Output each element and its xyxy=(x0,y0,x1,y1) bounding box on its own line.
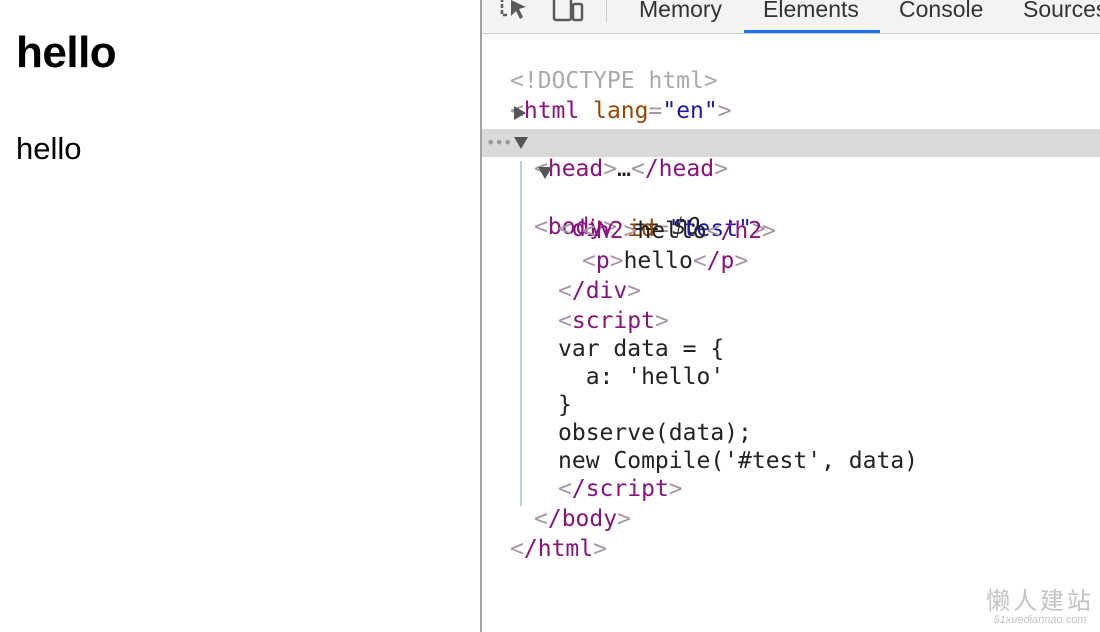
toolbar-separator xyxy=(606,0,607,22)
tree-node-html-close[interactable]: </html> xyxy=(482,507,1100,562)
tree-node-doctype[interactable]: <!DOCTYPE html> xyxy=(482,39,1100,94)
html-close-tag: /html xyxy=(523,536,594,562)
devtools-toolbar: Memory Elements Console Sources xyxy=(482,0,1100,34)
script-line: var data = { xyxy=(482,307,1100,362)
collapse-triangle-icon[interactable] xyxy=(514,137,528,149)
device-toolbar-icon[interactable] xyxy=(552,0,584,27)
tree-node-html[interactable]: <html lang="en"> xyxy=(482,69,1100,124)
more-actions-icon[interactable]: ••• xyxy=(486,129,512,157)
watermark-url: 51xuediannao.com xyxy=(993,614,1087,626)
tab-elements[interactable]: Elements xyxy=(763,0,859,33)
script-line: } xyxy=(482,363,1100,418)
devtools-panel: Memory Elements Console Sources <!DOCTYP… xyxy=(482,0,1100,632)
active-tab-indicator xyxy=(744,30,880,33)
tree-node-div-close[interactable]: </div> xyxy=(482,249,1100,304)
script-line: a: 'hello' xyxy=(482,335,1100,390)
site-watermark: 懒人建站 51xuediannao.com xyxy=(986,588,1094,626)
tree-node-body[interactable]: ••• <body> == $0 xyxy=(482,129,1100,240)
tree-node-p[interactable]: <p>hello</p> xyxy=(482,219,1100,274)
elements-tree: <!DOCTYPE html> <html lang="en"> <head>…… xyxy=(482,34,1100,632)
page-paragraph: hello xyxy=(16,131,82,166)
tab-console[interactable]: Console xyxy=(899,0,983,33)
tree-node-body-close[interactable]: </body> xyxy=(482,477,1100,532)
tree-node-h2[interactable]: <h2>hello</h2> xyxy=(482,189,1100,244)
tab-sources[interactable]: Sources xyxy=(1023,0,1100,33)
page-viewport: hello hello xyxy=(0,0,480,632)
inspect-element-icon[interactable] xyxy=(500,0,532,27)
tree-node-div[interactable]: <div id="test"> xyxy=(482,159,1100,242)
page-heading: hello xyxy=(16,28,117,77)
script-line: observe(data); xyxy=(482,391,1100,446)
tab-memory[interactable]: Memory xyxy=(639,0,722,33)
tree-node-head[interactable]: <head>…</head> xyxy=(482,99,1100,182)
expand-triangle-icon[interactable] xyxy=(514,106,526,120)
watermark-title: 懒人建站 xyxy=(986,587,1094,615)
tree-node-script[interactable]: <script> xyxy=(482,279,1100,334)
collapse-triangle-icon[interactable] xyxy=(538,167,552,179)
tree-node-script-close[interactable]: </script> xyxy=(482,447,1100,502)
script-line: new Compile('#test', data) xyxy=(482,419,1100,474)
